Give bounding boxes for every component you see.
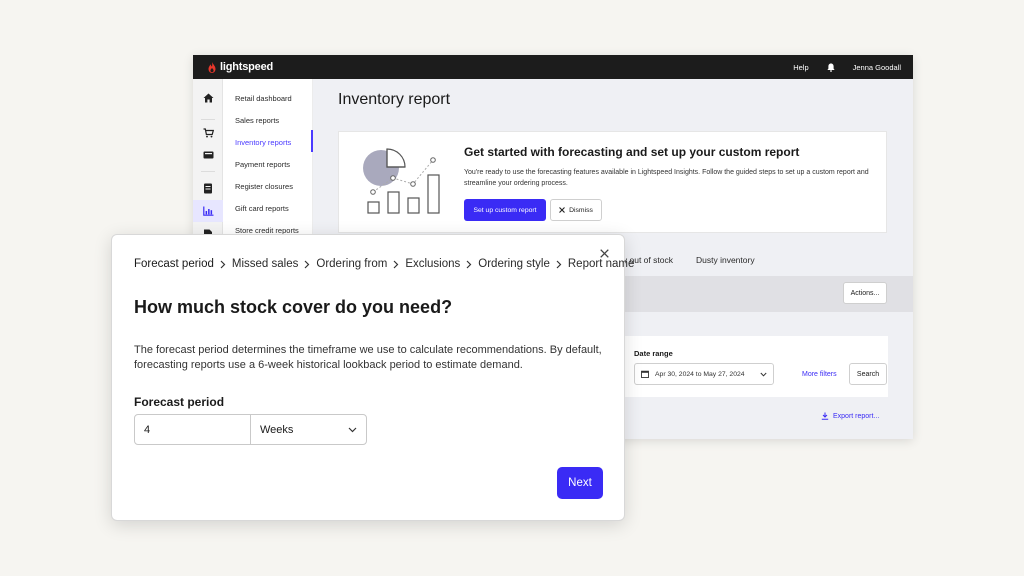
brand-logo[interactable]: lightspeed: [208, 61, 273, 73]
subnav-item-inventory-reports[interactable]: Inventory reports: [235, 138, 291, 147]
rail-divider: [201, 119, 215, 120]
dismiss-label: Dismiss: [569, 206, 593, 214]
step-ordering-style[interactable]: Ordering style: [478, 258, 550, 270]
step-breadcrumb: Forecast period Missed sales Ordering fr…: [134, 258, 634, 270]
search-button[interactable]: Search: [849, 363, 887, 385]
subnav-item-register-closures[interactable]: Register closures: [235, 182, 293, 191]
promo-heading: Get started with forecasting and set up …: [464, 145, 800, 159]
step-missed-sales[interactable]: Missed sales: [232, 258, 298, 270]
forecast-illustration: [363, 148, 440, 214]
date-range-picker[interactable]: Apr 30, 2024 to May 27, 2024: [634, 363, 774, 385]
dismiss-button[interactable]: Dismiss: [550, 199, 602, 221]
subnav-item-payment-reports[interactable]: Payment reports: [235, 160, 290, 169]
rail-divider: [201, 171, 215, 172]
chevron-right-icon: [393, 260, 399, 269]
forecast-setup-modal: Forecast period Missed sales Ordering fr…: [111, 234, 634, 521]
chevron-right-icon: [220, 260, 226, 269]
user-menu[interactable]: Jenna Goodall: [853, 63, 901, 72]
more-filters-link[interactable]: More filters: [802, 371, 837, 378]
forecast-unit-select[interactable]: Weeks: [250, 414, 367, 445]
brand-name: lightspeed: [220, 61, 274, 73]
chevron-right-icon: [466, 260, 472, 269]
chevron-right-icon: [304, 260, 310, 269]
home-icon[interactable]: [202, 92, 214, 104]
date-range-value: Apr 30, 2024 to May 27, 2024: [655, 370, 745, 378]
calendar-icon: [641, 370, 649, 378]
chevron-down-icon: [348, 427, 357, 433]
forecast-promo-card: Get started with forecasting and set up …: [338, 131, 887, 233]
cart-icon[interactable]: [202, 127, 214, 139]
download-icon: [821, 412, 829, 420]
chevron-right-icon: [556, 260, 562, 269]
export-label: Export report...: [833, 412, 880, 420]
subnav-item-retail-dashboard[interactable]: Retail dashboard: [235, 94, 292, 103]
step-report-name[interactable]: Report name: [568, 258, 634, 270]
date-range-label: Date range: [634, 349, 673, 358]
next-button[interactable]: Next: [557, 467, 603, 499]
step-forecast-period[interactable]: Forecast period: [134, 258, 214, 270]
chart-icon[interactable]: [193, 200, 223, 222]
set-up-custom-report-button[interactable]: Set up custom report: [464, 199, 546, 221]
step-ordering-from[interactable]: Ordering from: [316, 258, 387, 270]
help-link[interactable]: Help: [793, 63, 808, 72]
forecast-period-label: Forecast period: [134, 395, 225, 409]
actions-button[interactable]: Actions...: [843, 282, 887, 304]
receipt-icon[interactable]: [202, 182, 214, 194]
flame-icon: [208, 61, 216, 73]
chevron-down-icon: [760, 372, 767, 377]
modal-title: How much stock cover do you need?: [134, 297, 453, 317]
forecast-period-input[interactable]: [134, 414, 251, 445]
tab-dusty-inventory[interactable]: Dusty inventory: [696, 255, 755, 265]
close-icon: [559, 207, 565, 213]
promo-body: You're ready to use the forecasting feat…: [464, 169, 869, 187]
forecast-unit-value: Weeks: [260, 423, 294, 436]
page-title: Inventory report: [338, 91, 451, 108]
step-exclusions[interactable]: Exclusions: [405, 258, 460, 270]
register-icon[interactable]: [202, 149, 214, 161]
export-report-link[interactable]: Export report...: [821, 412, 879, 420]
subnav-item-sales-reports[interactable]: Sales reports: [235, 116, 279, 125]
bell-icon[interactable]: [827, 63, 835, 72]
top-bar: lightspeed Help Jenna Goodall: [193, 55, 913, 79]
modal-description: The forecast period determines the timef…: [134, 344, 602, 371]
subnav-item-gift-card-reports[interactable]: Gift card reports: [235, 204, 289, 213]
